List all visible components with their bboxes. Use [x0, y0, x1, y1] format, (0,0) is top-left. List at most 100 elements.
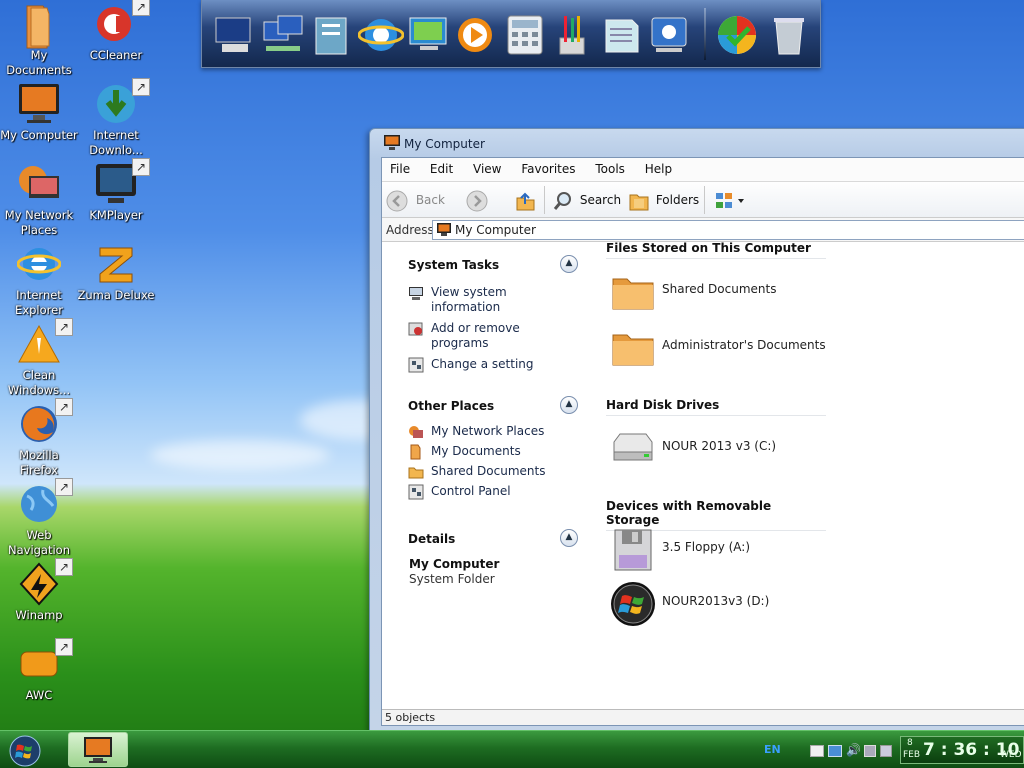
kmplayer-icon: ↗	[94, 158, 150, 206]
title-bar[interactable]: My Computer	[370, 129, 1024, 157]
desktop-icon-label: KMPlayer	[89, 208, 143, 222]
collapse-chevron-icon[interactable]: ▲	[560, 255, 578, 273]
collapse-chevron-icon[interactable]: ▲	[560, 529, 578, 547]
folder-icon	[17, 2, 61, 49]
task-label: Change a setting	[431, 357, 534, 371]
back-button[interactable]: Back	[386, 188, 445, 212]
main-pane: Files Stored on This Computer Shared Doc…	[592, 241, 1024, 709]
dock-paint-icon[interactable]	[550, 12, 596, 58]
content-area: System Tasks ▲ View system information A…	[382, 241, 1024, 709]
my-computer-icon	[384, 135, 400, 150]
menu-favorites[interactable]: Favorites	[521, 162, 575, 176]
shortcut-arrow-icon: ↗	[55, 638, 73, 656]
tray-app-icon-2[interactable]	[880, 745, 892, 757]
up-folder-icon	[516, 192, 535, 210]
up-folder-button[interactable]	[514, 188, 536, 212]
desktop-icon-label: Zuma Deluxe	[77, 288, 155, 302]
folders-icon	[629, 194, 649, 210]
forward-button[interactable]	[466, 188, 488, 212]
desktop-icon-label: CCleaner	[89, 48, 143, 62]
window-title: My Computer	[404, 137, 485, 151]
desktop-icon-winamp[interactable]: ↗ Winamp	[0, 558, 78, 623]
dock-my-computer-icon[interactable]	[212, 12, 258, 58]
dock-media-player-icon[interactable]	[452, 12, 498, 58]
desktop-icon-my-documents[interactable]: My Documents	[0, 2, 78, 78]
dock-calculator-icon[interactable]	[502, 12, 548, 58]
desktop-icon-kmplayer[interactable]: ↗ KMPlayer	[77, 158, 155, 223]
globe-icon: ↗	[17, 478, 73, 526]
toolbar-separator	[704, 186, 705, 214]
dock-notepad-icon[interactable]	[598, 12, 644, 58]
details-title[interactable]: Details	[408, 529, 578, 549]
system-tasks-group: System Tasks ▲ View system information A…	[408, 255, 578, 373]
folders-button[interactable]: Folders	[628, 188, 699, 212]
language-indicator[interactable]: EN	[764, 743, 781, 756]
dock	[201, 0, 821, 68]
status-bar: 5 objects	[382, 709, 1024, 725]
desktop-icon-internet-explorer[interactable]: Internet Explorer	[0, 242, 78, 318]
dock-recycle-bin-icon[interactable]	[766, 12, 812, 58]
desktop-icon-label: Mozilla Firefox	[19, 448, 59, 477]
other-places-title[interactable]: Other Places	[408, 396, 578, 416]
control-panel-icon	[408, 484, 424, 500]
folder-icon	[610, 325, 656, 371]
task-pane: System Tasks ▲ View system information A…	[382, 243, 592, 709]
desktop-icon-zuma-deluxe[interactable]: Zuma Deluxe	[77, 242, 155, 303]
desktop-icon-internet-download-manager[interactable]: ↗ Internet Downlo...	[77, 78, 155, 158]
collapse-chevron-icon[interactable]: ▲	[560, 396, 578, 414]
place-my-documents[interactable]: My Documents	[408, 444, 578, 460]
address-field[interactable]: My Computer	[432, 220, 1024, 240]
tray-app-icon[interactable]	[864, 745, 876, 757]
views-button[interactable]	[714, 188, 748, 212]
task-view-system-info[interactable]: View system information	[408, 285, 578, 315]
desktop-icon-awc[interactable]: ↗ AWC	[0, 638, 78, 703]
status-text: 5 objects	[385, 711, 436, 724]
desktop-icon-mozilla-firefox[interactable]: ↗ Mozilla Firefox	[0, 398, 78, 478]
safely-remove-icon[interactable]	[810, 745, 824, 757]
desktop-icon-web-navigation[interactable]: ↗ Web Navigation	[0, 478, 78, 558]
floppy-drive-icon	[610, 527, 656, 573]
desktop-icon-my-network-places[interactable]: My Network Places	[0, 162, 78, 238]
add-remove-programs-icon	[408, 321, 424, 337]
desktop-icon-label: My Computer	[0, 128, 78, 142]
dock-monitor-icon[interactable]	[406, 12, 452, 58]
explorer-window: My Computer File Edit View Favorites Too…	[369, 128, 1024, 740]
dock-windows-update-icon[interactable]	[714, 12, 760, 58]
system-tasks-title[interactable]: System Tasks	[408, 255, 578, 275]
internet-explorer-icon	[16, 242, 62, 286]
dock-network-icon[interactable]	[260, 12, 306, 58]
shortcut-arrow-icon: ↗	[55, 558, 73, 576]
menu-tools[interactable]: Tools	[595, 162, 625, 176]
network-tray-icon[interactable]	[828, 745, 842, 757]
menu-bar: File Edit View Favorites Tools Help	[382, 158, 1024, 182]
task-change-setting[interactable]: Change a setting	[408, 357, 578, 373]
volume-icon[interactable]: 🔊	[846, 743, 861, 757]
place-control-panel[interactable]: Control Panel	[408, 484, 578, 500]
menu-help[interactable]: Help	[645, 162, 672, 176]
clock-month: FEB	[903, 750, 921, 760]
dock-internet-explorer-icon[interactable]	[357, 12, 405, 58]
taskbar-button-my-computer[interactable]	[68, 732, 128, 767]
shared-folder-icon	[408, 464, 424, 480]
task-add-remove-programs[interactable]: Add or remove programs	[408, 321, 578, 351]
search-button[interactable]: Search	[552, 188, 621, 212]
item-label: 3.5 Floppy (A:)	[662, 540, 751, 554]
menu-edit[interactable]: Edit	[430, 162, 453, 176]
folder-icon	[610, 269, 656, 315]
desktop-icon-clean-windows[interactable]: ↗ Clean Windows...	[0, 318, 78, 398]
taskbar: EN 🔊 8 FEB 7 : 36 : 10 WED	[0, 730, 1024, 768]
dock-control-panel-icon[interactable]	[646, 12, 692, 58]
address-label: Address	[386, 223, 434, 237]
desktop-icon-label: Clean Windows...	[7, 368, 71, 397]
desktop-icon-my-computer[interactable]: My Computer	[0, 82, 78, 143]
dock-documents-icon[interactable]	[310, 12, 356, 58]
zuma-deluxe-icon	[94, 242, 138, 286]
desktop-icon-ccleaner[interactable]: ↗ CCleaner	[77, 0, 155, 63]
start-button[interactable]	[6, 734, 44, 768]
desktop-icon-label: Internet Explorer	[15, 288, 63, 317]
place-my-network-places[interactable]: My Network Places	[408, 424, 578, 439]
menu-view[interactable]: View	[473, 162, 501, 176]
clock[interactable]: 8 FEB 7 : 36 : 10 WED	[900, 736, 1024, 764]
menu-file[interactable]: File	[390, 162, 410, 176]
place-shared-documents[interactable]: Shared Documents	[408, 464, 578, 479]
